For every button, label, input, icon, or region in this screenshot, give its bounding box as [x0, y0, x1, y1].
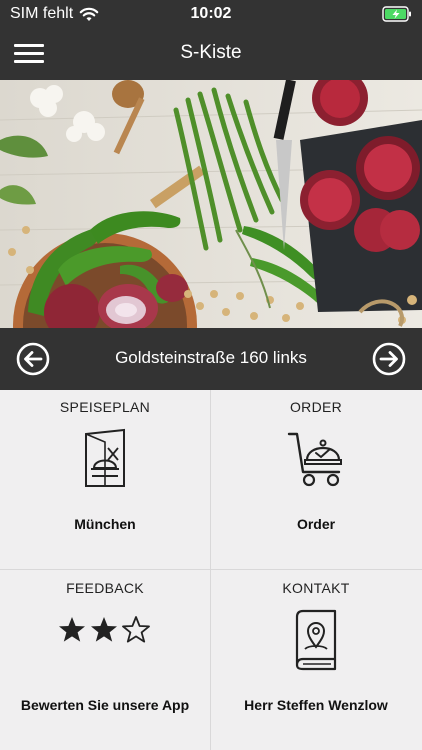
contact-book-icon: [295, 609, 337, 671]
tile-label: München: [74, 516, 136, 532]
grid-divider-horizontal: [0, 569, 422, 570]
tile-heading: FEEDBACK: [66, 580, 144, 596]
tile-heading: ORDER: [289, 399, 343, 415]
menu-card-icon: [85, 428, 125, 487]
tile-kontakt[interactable]: KONTAKT Herr Steffen Wenzlow: [211, 571, 421, 750]
rating-stars-icon: [59, 616, 150, 643]
feature-grid: SPEISEPLAN München ORDER Order FEEDBACK …: [0, 390, 422, 750]
location-switcher: Goldsteinstraße 160 links: [0, 328, 422, 390]
vegetables-photo: [0, 80, 422, 328]
hero-image: [0, 80, 422, 328]
arrow-left-circle-icon[interactable]: [16, 342, 50, 376]
tile-label: Order: [296, 516, 336, 532]
tile-order[interactable]: ORDER Order: [211, 390, 421, 569]
arrow-right-circle-icon[interactable]: [372, 342, 406, 376]
food-cart-icon: [287, 432, 342, 487]
tile-heading: KONTAKT: [282, 580, 350, 596]
location-name: Goldsteinstraße 160 links: [115, 348, 307, 367]
tile-label: Bewerten Sie unsere App: [20, 697, 190, 713]
page-title: S-Kiste: [180, 42, 242, 63]
tile-label: Herr Steffen Wenzlow: [244, 697, 388, 713]
tile-speiseplan[interactable]: SPEISEPLAN München: [0, 390, 210, 569]
status-bar: SIM fehlt 10:02: [0, 0, 422, 28]
battery-charging-icon: [382, 6, 411, 22]
clock: 10:02: [190, 5, 232, 22]
tile-heading: SPEISEPLAN: [59, 399, 151, 415]
navigation-bar: S-Kiste: [0, 28, 422, 80]
tile-feedback[interactable]: FEEDBACK Bewerten Sie unsere App: [0, 571, 210, 750]
